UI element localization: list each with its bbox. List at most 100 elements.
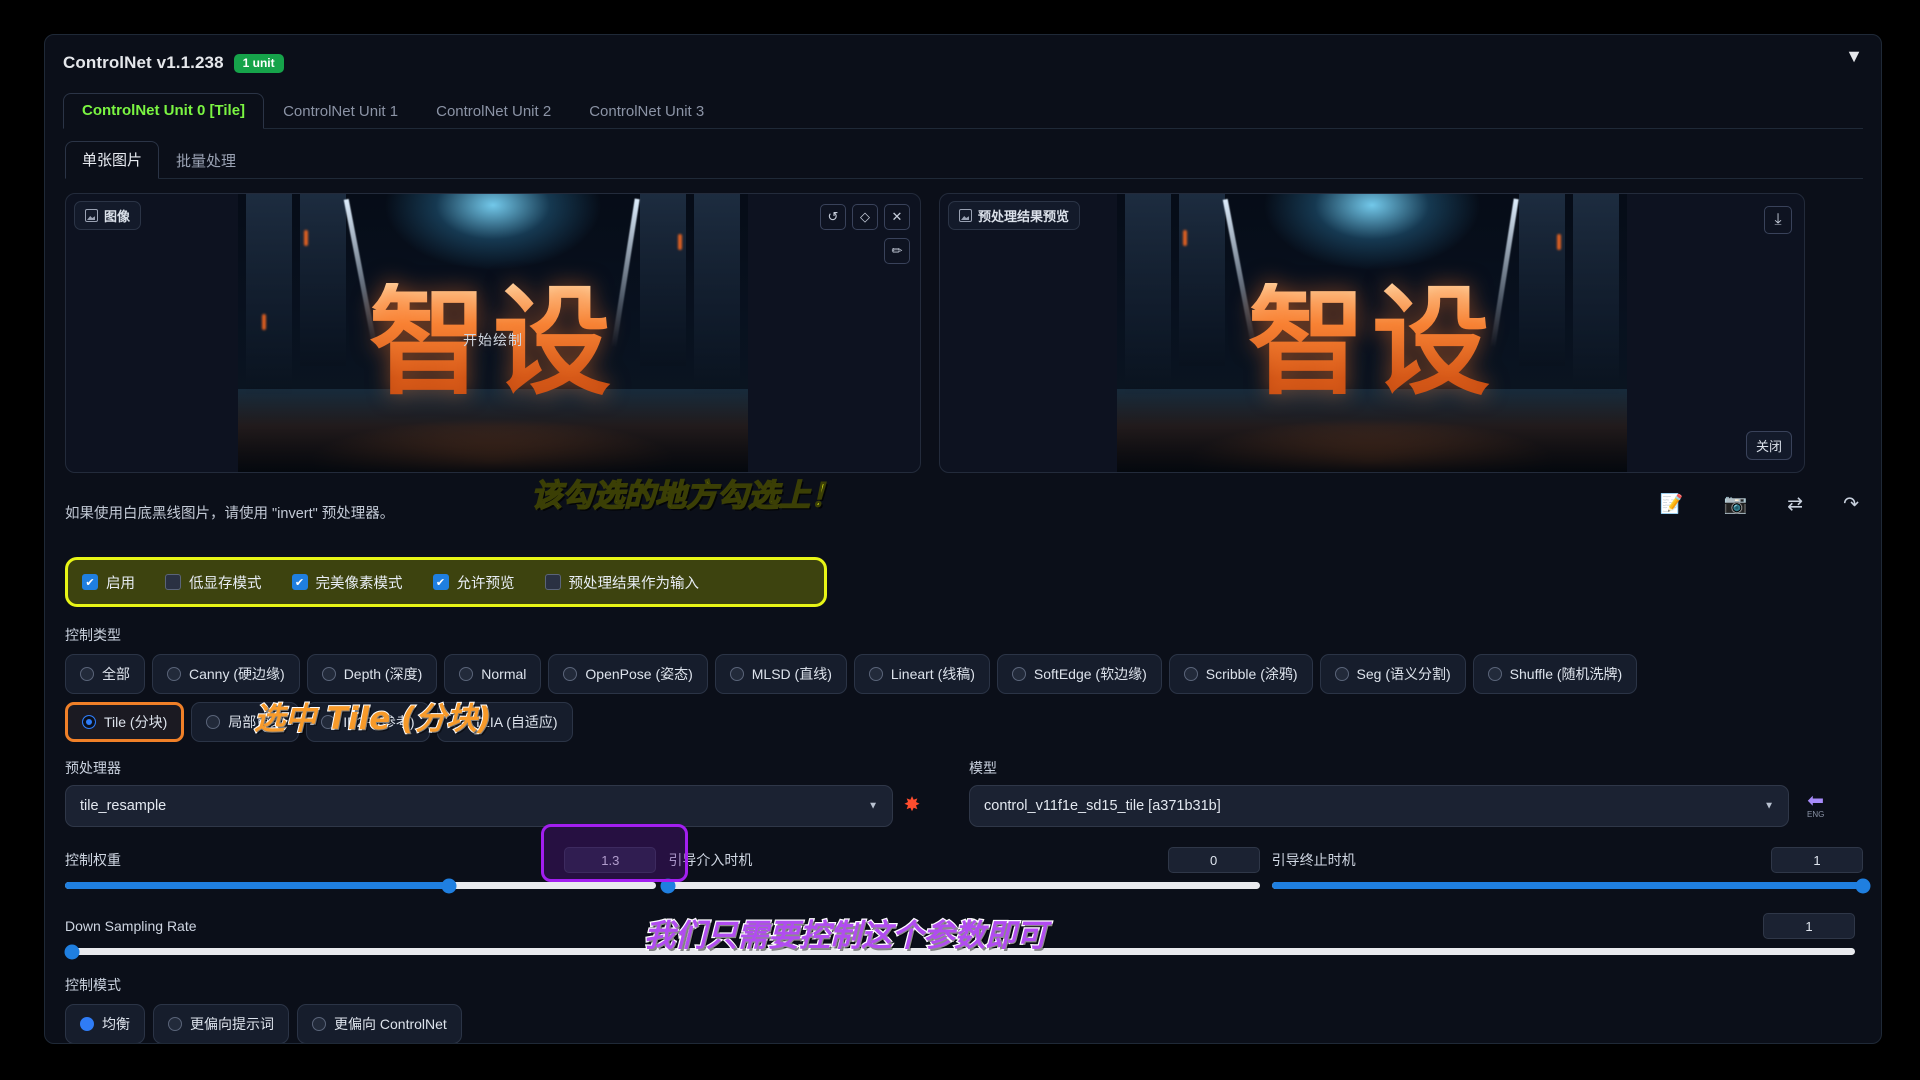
slider-handle[interactable] xyxy=(660,878,676,893)
spark-icon[interactable]: ✸ xyxy=(893,792,931,827)
send-icon[interactable]: ↷ xyxy=(1843,495,1859,514)
control-type-softedge[interactable]: SoftEdge (软边缘) xyxy=(996,654,1162,694)
tab-unit-1[interactable]: ControlNet Unit 1 xyxy=(264,94,417,129)
control-type-row-2: Tile (分块) 局部重绘 IP2P (参考) T2IA (自适应) xyxy=(65,702,1863,742)
download-icon[interactable]: ⤓ xyxy=(1764,206,1792,234)
eraser-icon[interactable]: ◇ xyxy=(852,204,878,230)
control-type-openpose[interactable]: OpenPose (姿态) xyxy=(548,654,708,694)
radio-icon xyxy=(868,667,883,681)
back-arrow-icon[interactable]: ⬅ ENG xyxy=(1807,791,1824,827)
checkbox-pixel-perfect[interactable]: ✔ 完美像素模式 xyxy=(291,572,403,593)
undo-icon[interactable]: ↺ xyxy=(820,204,846,230)
screen: ControlNet v1.1.238 1 unit ▼ ControlNet … xyxy=(0,0,1920,1080)
checkbox-enable[interactable]: ✔ 启用 xyxy=(82,572,135,593)
tab-unit-2[interactable]: ControlNet Unit 2 xyxy=(417,94,570,129)
art-ember xyxy=(304,230,308,246)
slider-down-sampling-label: Down Sampling Rate xyxy=(65,918,197,934)
checkbox-low-vram-box[interactable]: ✔ xyxy=(165,574,181,590)
art-sub-text: 开始绘制 xyxy=(463,332,523,349)
control-type-label-text: Depth (深度) xyxy=(343,666,423,682)
control-type-scribble[interactable]: Scribble (涂鸦) xyxy=(1168,654,1313,694)
checkbox-pixel-perfect-box[interactable]: ✔ xyxy=(291,574,308,590)
control-mode-label: 控制模式 xyxy=(65,977,121,993)
checkbox-preprocess-as-input-box[interactable]: ✔ xyxy=(544,574,561,590)
paste-prompt-icon[interactable]: 📝 xyxy=(1660,495,1684,514)
quick-action-icons: 📝 📷 ⇄ ↷ xyxy=(1660,495,1859,514)
slider-control-weight-value[interactable]: 1.3 xyxy=(564,847,657,873)
checkbox-enable-label: 启用 xyxy=(106,575,135,592)
pen-icon[interactable]: ✏ xyxy=(884,238,910,264)
input-image-box[interactable]: 图像 智设 开始绘制 ↺ ◇ ✕ ✏ xyxy=(65,193,921,473)
checkbox-allow-preview[interactable]: ✔ 允许预览 xyxy=(432,572,515,593)
control-type-canny[interactable]: Canny (硬边缘) xyxy=(152,654,300,694)
control-type-ip2p[interactable]: IP2P (参考) xyxy=(306,702,430,742)
slider-handle[interactable] xyxy=(1855,878,1871,893)
back-arrow-sub: ENG xyxy=(1807,810,1825,819)
checkbox-enable-box[interactable]: ✔ xyxy=(82,574,98,590)
control-type-t2ia[interactable]: T2IA (自适应) xyxy=(436,702,573,742)
radio-icon xyxy=(1011,667,1026,681)
checkbox-preprocess-as-input[interactable]: ✔ 预处理结果作为输入 xyxy=(544,572,700,593)
control-type-label-text: MLSD (直线) xyxy=(751,666,832,682)
checkbox-low-vram-label: 低显存模式 xyxy=(189,575,262,592)
control-type-tile[interactable]: Tile (分块) xyxy=(65,702,185,742)
control-type-label-text: 局部重绘 xyxy=(228,714,285,730)
slider-guidance-start-track[interactable] xyxy=(660,878,1260,893)
hint-row: 如果使用白底黑线图片，请使用 "invert" 预处理器。 📝 📷 ⇄ ↷ xyxy=(65,495,1863,529)
control-mode-prompt[interactable]: 更偏向提示词 xyxy=(153,1004,289,1043)
preprocessor-preview-box[interactable]: 预处理结果预览 智设 ⤓ 关闭 xyxy=(939,193,1805,473)
control-mode-balanced[interactable]: 均衡 xyxy=(65,1004,145,1043)
control-type-all[interactable]: 全部 xyxy=(65,654,145,694)
input-image-tag: 图像 xyxy=(74,201,142,230)
slider-handle[interactable] xyxy=(64,944,80,959)
model-selection-row: 预处理器 tile_resample ▼ ✸ 模型 control_v11f1e… xyxy=(65,758,1863,827)
swap-icon[interactable]: ⇄ xyxy=(1787,495,1803,514)
input-image-canvas[interactable]: 智设 开始绘制 xyxy=(238,194,748,472)
slider-handle[interactable] xyxy=(441,878,457,893)
control-mode-controlnet[interactable]: 更偏向 ControlNet xyxy=(297,1004,462,1043)
tab-unit-0[interactable]: ControlNet Unit 0 [Tile] xyxy=(63,93,265,129)
radio-icon xyxy=(321,715,336,729)
control-type-depth[interactable]: Depth (深度) xyxy=(306,654,438,694)
model-group: 模型 control_v11f1e_sd15_tile [a371b31b] ▼ xyxy=(969,758,1789,827)
slider-guidance-end-value[interactable]: 1 xyxy=(1770,847,1863,873)
art-ember xyxy=(1183,230,1187,246)
camera-icon[interactable]: 📷 xyxy=(1723,495,1747,514)
slider-control-weight-head: 控制权重 1.3 xyxy=(65,845,657,875)
preview-tag-label: 预处理结果预览 xyxy=(978,209,1070,224)
close-icon[interactable]: ✕ xyxy=(884,204,910,230)
image-icon xyxy=(85,209,98,222)
control-type-seg[interactable]: Seg (语义分割) xyxy=(1319,654,1466,694)
control-type-label-text: Seg (语义分割) xyxy=(1356,666,1451,682)
control-type-normal[interactable]: Normal xyxy=(444,654,542,694)
invert-hint-text: 如果使用白底黑线图片，请使用 "invert" 预处理器。 xyxy=(65,505,395,522)
control-type-mlsd[interactable]: MLSD (直线) xyxy=(714,654,847,694)
control-type-label-text: Lineart (线稿) xyxy=(890,666,975,682)
model-select[interactable]: control_v11f1e_sd15_tile [a371b31b] ▼ xyxy=(969,785,1789,827)
slider-control-weight-track[interactable] xyxy=(65,878,657,893)
collapse-chevron-icon[interactable]: ▼ xyxy=(1845,47,1863,65)
panel-body: 单张图片 批量处理 图像 智设 开始绘制 ↺ ◇ ✕ ✏ 预处理结果预览 智设 … xyxy=(45,141,1881,1043)
slider-guidance-start-head: 引导介入时机 0 xyxy=(668,845,1260,875)
control-type-inpaint[interactable]: 局部重绘 xyxy=(191,702,300,742)
unit-count-badge: 1 unit xyxy=(233,53,284,73)
tab-batch-process[interactable]: 批量处理 xyxy=(159,142,253,179)
tab-unit-3[interactable]: ControlNet Unit 3 xyxy=(570,94,723,129)
slider-guidance-start-value[interactable]: 0 xyxy=(1167,847,1260,873)
checkbox-low-vram[interactable]: ✔ 低显存模式 xyxy=(165,572,262,593)
control-type-lineart[interactable]: Lineart (线稿) xyxy=(853,654,990,694)
panel-header[interactable]: ControlNet v1.1.238 1 unit ▼ xyxy=(45,35,1881,79)
slider-down-sampling-value[interactable]: 1 xyxy=(1763,913,1855,939)
checkbox-allow-preview-box[interactable]: ✔ xyxy=(432,574,449,590)
chevron-down-icon[interactable]: ▼ xyxy=(868,801,878,812)
control-type-shuffle[interactable]: Shuffle (随机洗牌) xyxy=(1472,654,1638,694)
chevron-down-icon[interactable]: ▼ xyxy=(1764,801,1774,812)
tab-single-image[interactable]: 单张图片 xyxy=(65,141,160,179)
slider-guidance-end-track[interactable] xyxy=(1271,878,1871,893)
preview-close-button[interactable]: 关闭 xyxy=(1745,431,1792,460)
control-mode-label-text: 更偏向 ControlNet xyxy=(334,1016,447,1032)
slider-down-sampling-track[interactable] xyxy=(64,944,1855,959)
checkbox-preprocess-as-input-label: 预处理结果作为输入 xyxy=(568,575,700,592)
radio-icon xyxy=(321,667,336,681)
preprocessor-select[interactable]: tile_resample ▼ xyxy=(65,785,893,827)
